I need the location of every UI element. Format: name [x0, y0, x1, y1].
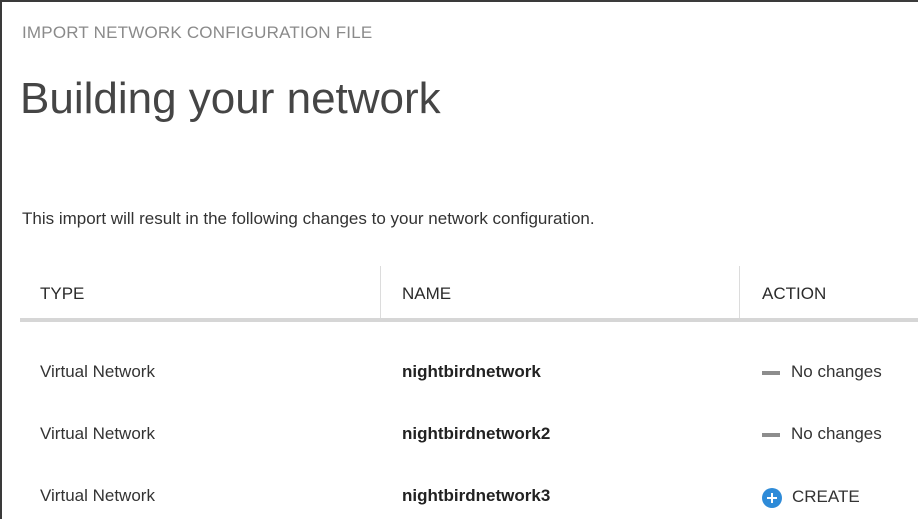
- row-name: nightbirdnetwork2: [402, 424, 551, 443]
- row-action: CREATE: [762, 486, 860, 508]
- row-action-label: No changes: [791, 424, 882, 443]
- row-type: Virtual Network: [40, 424, 155, 443]
- row-action: No changes: [762, 362, 882, 382]
- row-action-label: No changes: [791, 362, 882, 381]
- changes-table: TYPE NAME ACTION Virtual Network nightbi…: [20, 266, 918, 508]
- table-row: Virtual Network nightbirdnetwork2 No cha…: [20, 414, 918, 454]
- table-row: Virtual Network nightbirdnetwork3 CREATE: [20, 476, 918, 516]
- row-name: nightbirdnetwork: [402, 362, 541, 381]
- plus-circle-icon: [762, 488, 782, 508]
- table-header: TYPE NAME ACTION: [20, 266, 918, 322]
- row-action-label: CREATE: [792, 487, 860, 506]
- column-divider: [739, 266, 740, 318]
- row-name: nightbirdnetwork3: [402, 486, 551, 505]
- table-row: Virtual Network nightbirdnetwork No chan…: [20, 352, 918, 392]
- import-dialog: IMPORT NETWORK CONFIGURATION FILE Buildi…: [0, 0, 918, 519]
- dash-icon: [762, 433, 780, 437]
- row-type: Virtual Network: [40, 486, 155, 505]
- column-header-name: NAME: [402, 284, 452, 303]
- intro-text: This import will result in the following…: [22, 209, 595, 228]
- column-divider: [380, 266, 381, 318]
- row-type: Virtual Network: [40, 362, 155, 381]
- row-action: No changes: [762, 424, 882, 444]
- column-header-action: ACTION: [762, 284, 827, 303]
- page-title: Building your network: [20, 74, 441, 123]
- dash-icon: [762, 371, 780, 375]
- column-header-type: TYPE: [40, 284, 85, 303]
- dialog-kicker: IMPORT NETWORK CONFIGURATION FILE: [22, 23, 373, 42]
